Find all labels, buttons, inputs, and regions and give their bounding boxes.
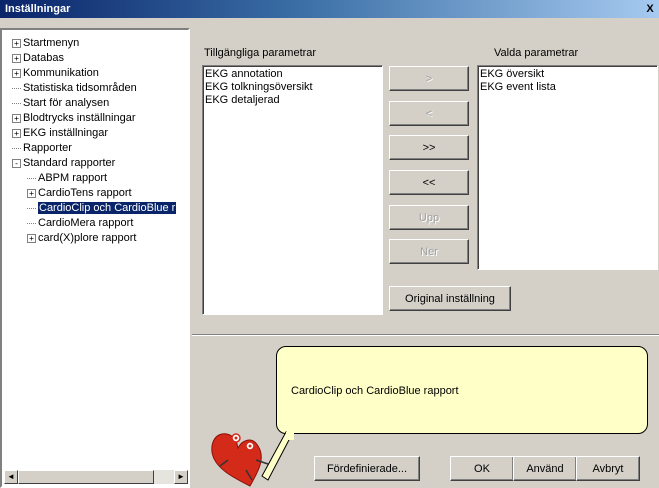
tree-item-label: Rapporter	[23, 142, 72, 154]
tree-item-blodtrycks-installningar[interactable]: + Blodtrycks inställningar	[12, 111, 136, 125]
tree-item-label: ABPM rapport	[38, 172, 108, 184]
tree-item-startmenyn[interactable]: + Startmenyn	[12, 36, 79, 50]
tree-connector	[12, 102, 21, 104]
tree-item-label: EKG inställningar	[23, 127, 108, 139]
tree-item-cardioclip-cardioblue[interactable]: CardioClip och CardioBlue r	[27, 201, 177, 215]
scroll-thumb[interactable]	[18, 470, 154, 484]
tree-horizontal-scrollbar[interactable]: ◄ ►	[4, 470, 188, 484]
tree-item-label: CardioMera rapport	[38, 217, 134, 229]
tree-item-label: Blodtrycks inställningar	[23, 112, 136, 124]
scroll-left-button[interactable]: ◄	[4, 470, 18, 484]
tree-item-cardxplore-rapport[interactable]: + card(X)plore rapport	[27, 231, 136, 245]
cancel-button[interactable]: Avbryt	[576, 456, 640, 481]
move-up-button[interactable]: Upp	[389, 205, 469, 230]
tree-item-label: Start för analysen	[23, 97, 110, 109]
expand-icon[interactable]: +	[12, 128, 21, 138]
tree-item-label: Startmenyn	[23, 37, 80, 49]
scroll-right-button[interactable]: ►	[174, 470, 188, 484]
tree-item-rapporter[interactable]: Rapporter	[12, 141, 72, 155]
expand-icon[interactable]: +	[12, 68, 21, 78]
ok-button[interactable]: OK	[450, 456, 514, 481]
list-item[interactable]: EKG översikt	[480, 68, 655, 81]
tree-item-label: Kommunikation	[23, 67, 99, 79]
expand-icon[interactable]: +	[12, 38, 21, 48]
tree-item-abpm-rapport[interactable]: ABPM rapport	[27, 171, 107, 185]
list-item[interactable]: EKG detaljerad	[205, 94, 380, 107]
expand-icon[interactable]: +	[12, 113, 21, 123]
tree-connector	[12, 147, 21, 149]
expand-icon[interactable]: +	[12, 53, 21, 63]
remove-all-button[interactable]: <<	[389, 170, 469, 195]
expand-icon[interactable]: +	[27, 188, 36, 198]
tree-item-label: Statistiska tidsområden	[23, 82, 137, 94]
tree-connector	[27, 222, 36, 224]
tree-item-ekg-installningar[interactable]: + EKG inställningar	[12, 126, 108, 140]
tree-item-statistiska-tidsomraden[interactable]: Statistiska tidsområden	[12, 81, 137, 95]
move-down-button[interactable]: Ner	[389, 239, 469, 264]
tree-item-cardiotens-rapport[interactable]: + CardioTens rapport	[27, 186, 132, 200]
tree-item-label: Standard rapporter	[23, 157, 116, 169]
apply-button[interactable]: Använd	[513, 456, 577, 481]
tree-item-standard-rapporter[interactable]: - Standard rapporter	[12, 156, 115, 170]
tree-connector	[12, 87, 21, 89]
add-all-button[interactable]: >>	[389, 135, 469, 160]
predefined-button[interactable]: Fördefinierade...	[314, 456, 420, 481]
original-settings-button[interactable]: Original inställning	[389, 286, 511, 311]
tree-item-cardiomera-rapport[interactable]: CardioMera rapport	[27, 216, 133, 230]
list-item[interactable]: EKG event lista	[480, 81, 655, 94]
tree-item-label: CardioClip och CardioBlue r	[38, 202, 177, 214]
expand-icon[interactable]: +	[27, 233, 36, 243]
tree-connector	[27, 177, 36, 179]
tree-item-label: card(X)plore rapport	[38, 232, 137, 244]
help-text: CardioClip och CardioBlue rapport	[291, 385, 459, 397]
selected-params-label: Valda parametrar	[494, 47, 579, 59]
help-panel: CardioClip och CardioBlue rapport Fördef…	[192, 336, 659, 488]
tree-item-start-for-analysen[interactable]: Start för analysen	[12, 96, 109, 110]
available-params-label: Tillgängliga parametrar	[204, 47, 317, 59]
settings-tree[interactable]: + Startmenyn + Databas + Kommunikation Stat…	[0, 28, 190, 488]
parameter-panel: Tillgängliga parametrar Valda parametrar…	[192, 28, 659, 333]
window-title: Inställningar	[5, 3, 71, 15]
window-titlebar: Inställningar X	[0, 0, 659, 18]
tree-item-label: Databas	[23, 52, 64, 64]
tree-connector	[27, 207, 36, 209]
tree-item-kommunikation[interactable]: + Kommunikation	[12, 66, 99, 80]
close-icon[interactable]: X	[643, 2, 657, 16]
tree-item-label: CardioTens rapport	[38, 187, 132, 199]
list-item[interactable]: EKG annotation	[205, 68, 380, 81]
remove-button[interactable]: <	[389, 101, 469, 126]
tree-item-databas[interactable]: + Databas	[12, 51, 64, 65]
collapse-icon[interactable]: -	[12, 158, 21, 168]
add-button[interactable]: >	[389, 66, 469, 91]
mascot-heart-icon	[211, 431, 294, 487]
list-item[interactable]: EKG tolkningsöversikt	[205, 81, 380, 94]
available-params-list[interactable]: EKG annotation EKG tolkningsöversikt EKG…	[202, 65, 383, 315]
selected-params-list[interactable]: EKG översikt EKG event lista	[477, 65, 658, 270]
help-bubble: CardioClip och CardioBlue rapport	[276, 346, 648, 434]
